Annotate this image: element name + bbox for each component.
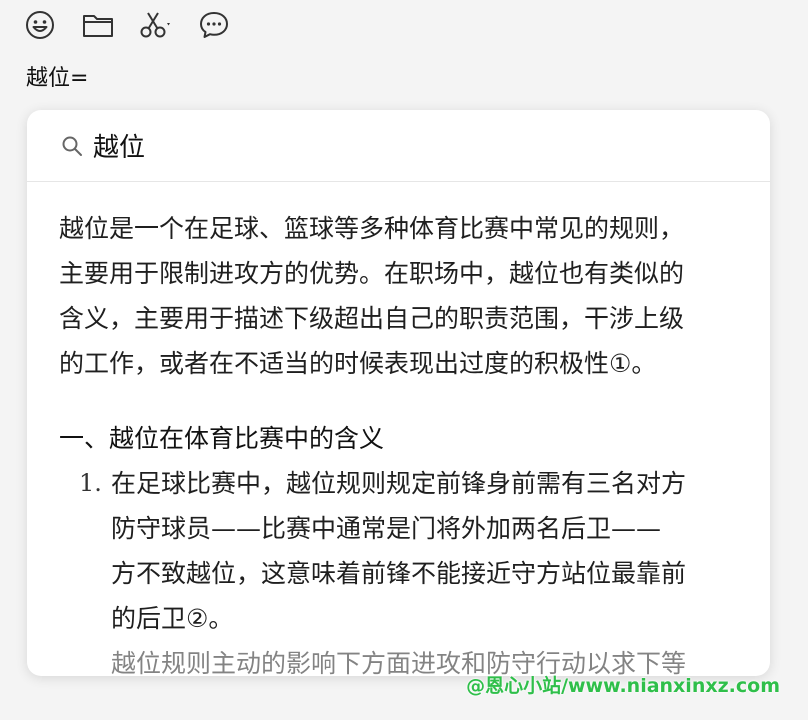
suggestion-card: 越位 越位是一个在足球、篮球等多种体育比赛中常见的规则， 主要用于限制进攻方的优…	[27, 110, 770, 676]
search-query: 越位	[93, 133, 146, 163]
list-item: 1. 在足球比赛中，越位规则规定前锋身前需有三名对方 防守球员——比赛中通常是门…	[79, 461, 738, 641]
section-heading: 一、越位在体育比赛中的含义	[59, 424, 385, 453]
chat-icon[interactable]	[196, 7, 232, 43]
list-line: 防守球员——比赛中通常是门将外加两名后卫——	[111, 514, 662, 543]
message-input-text[interactable]: 越位=	[26, 62, 88, 96]
watermark: @恩心小站/www.nianxinxz.com	[466, 675, 780, 697]
toolbar	[22, 6, 232, 44]
list-number: 1.	[79, 469, 102, 497]
rules-list: 1. 在足球比赛中，越位规则规定前锋身前需有三名对方 防守球员——比赛中通常是门…	[59, 461, 738, 676]
list-line: 的后卫②。	[111, 604, 234, 633]
intro-line: 越位是一个在足球、篮球等多种体育比赛中常见的规则，	[59, 214, 685, 243]
chevron-down-icon	[167, 23, 170, 26]
scissors-icon[interactable]	[138, 7, 174, 43]
list-line: 方不致越位，这意味着前锋不能接近守方站位最靠前	[111, 559, 687, 588]
card-search-bar[interactable]: 越位	[27, 110, 770, 182]
emoji-icon[interactable]	[22, 7, 58, 43]
list-text: 在足球比赛中，越位规则规定前锋身前需有三名对方 防守球员——比赛中通常是门将外加…	[111, 461, 738, 641]
search-icon	[62, 136, 82, 156]
intro-line: 主要用于限制进攻方的优势。在职场中，越位也有类似的	[59, 259, 685, 288]
intro-line: 的工作，或者在不适当的时候表现出过度的积极性①。	[59, 349, 657, 378]
card-content: 越位是一个在足球、篮球等多种体育比赛中常见的规则， 主要用于限制进攻方的优势。在…	[27, 182, 770, 676]
intro-paragraph: 越位是一个在足球、篮球等多种体育比赛中常见的规则， 主要用于限制进攻方的优势。在…	[59, 206, 738, 386]
intro-line: 含义，主要用于描述下级超出自己的职责范围，干涉上级	[59, 304, 685, 333]
list-line: 在足球比赛中，越位规则规定前锋身前需有三名对方	[111, 469, 687, 498]
folder-icon[interactable]	[80, 7, 116, 43]
